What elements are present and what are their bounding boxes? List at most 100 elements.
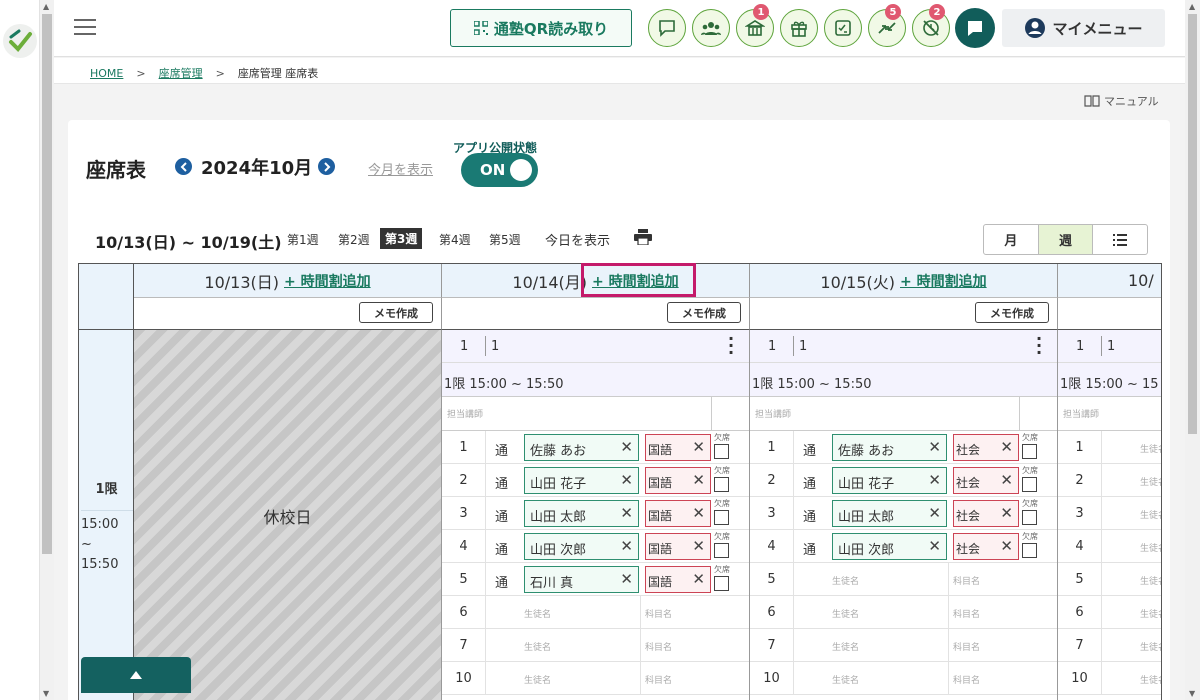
week-4-tab[interactable]: 第4週 <box>439 231 471 248</box>
absent-checkbox[interactable]: 欠席 <box>1022 432 1044 459</box>
add-timetable-tue[interactable]: + 時間割追加 <box>900 271 987 291</box>
prev-month-button[interactable] <box>175 158 192 175</box>
show-today-link[interactable]: 今日を表示 <box>545 230 610 249</box>
add-timetable-sun[interactable]: + 時間割追加 <box>284 271 371 291</box>
subject-chip[interactable]: 国語 ✕ <box>645 500 711 527</box>
student-chip[interactable]: 石川 真 ✕ <box>524 566 639 593</box>
subject-chip[interactable]: 国語 ✕ <box>645 533 711 560</box>
left-scrollbar[interactable]: ▲ ▼ <box>40 0 54 700</box>
scroll-up-arrow-icon[interactable]: ▲ <box>1189 2 1195 11</box>
absent-checkbox[interactable]: 欠席 <box>714 465 736 492</box>
student-chip[interactable]: 山田 次郎 ✕ <box>832 533 947 560</box>
teacher-field[interactable]: 担当講師 <box>750 397 1057 431</box>
memo-create-button-sun[interactable]: メモ作成 <box>359 302 433 323</box>
subject-placeholder[interactable]: 科目名 <box>645 640 672 653</box>
student-chip[interactable]: 山田 太郎 ✕ <box>832 500 947 527</box>
scrollbar-thumb[interactable] <box>1188 14 1197 434</box>
absent-checkbox[interactable]: 欠席 <box>714 531 736 558</box>
absent-checkbox[interactable]: 欠席 <box>1022 531 1044 558</box>
memo-create-button-mon[interactable]: メモ作成 <box>667 302 741 323</box>
remove-student-icon[interactable]: ✕ <box>928 537 941 555</box>
breadcrumb-home[interactable]: HOME <box>90 67 123 80</box>
subject-chip[interactable]: 国語 ✕ <box>645 566 711 593</box>
remove-subject-icon[interactable]: ✕ <box>692 537 705 555</box>
week-3-tab[interactable]: 第3週 <box>380 228 423 249</box>
remove-subject-icon[interactable]: ✕ <box>1000 471 1013 489</box>
subject-placeholder[interactable]: 科目名 <box>953 640 980 653</box>
absent-checkbox[interactable]: 欠席 <box>714 498 736 525</box>
next-month-button[interactable] <box>318 158 335 175</box>
student-placeholder[interactable]: 生徒名 <box>832 574 859 587</box>
more-options-icon[interactable]: · · · <box>1036 331 1042 361</box>
remove-subject-icon[interactable]: ✕ <box>1000 504 1013 522</box>
remove-subject-icon[interactable]: ✕ <box>1000 537 1013 555</box>
blocked-time-icon[interactable]: 2 <box>912 4 950 47</box>
remove-student-icon[interactable]: ✕ <box>928 438 941 456</box>
student-chip[interactable]: 山田 太郎 ✕ <box>524 500 639 527</box>
remove-student-icon[interactable]: ✕ <box>620 471 633 489</box>
student-placeholder[interactable]: 生徒名 <box>832 607 859 620</box>
subject-placeholder[interactable]: 科目名 <box>953 673 980 686</box>
absent-checkbox[interactable]: 欠席 <box>1022 465 1044 492</box>
absent-checkbox[interactable]: 欠席 <box>714 564 736 591</box>
remove-student-icon[interactable]: ✕ <box>928 471 941 489</box>
remove-student-icon[interactable]: ✕ <box>620 438 633 456</box>
student-placeholder[interactable]: 生徒名 <box>1140 574 1161 587</box>
student-chip[interactable]: 佐藤 あお ✕ <box>524 434 639 461</box>
chat-icon[interactable] <box>955 8 995 48</box>
student-placeholder[interactable]: 生徒名 <box>1140 673 1161 686</box>
remove-student-icon[interactable]: ✕ <box>620 537 633 555</box>
absent-checkbox[interactable]: 欠席 <box>714 432 736 459</box>
list-view-button[interactable] <box>1093 225 1147 254</box>
student-chip[interactable]: 山田 花子 ✕ <box>832 467 947 494</box>
scroll-to-top-button[interactable] <box>81 657 191 693</box>
week-5-tab[interactable]: 第5週 <box>489 231 521 248</box>
week-1-tab[interactable]: 第1週 <box>287 231 319 248</box>
subject-chip[interactable]: 国語 ✕ <box>645 467 711 494</box>
breadcrumb-seat-management[interactable]: 座席管理 <box>159 67 203 80</box>
student-placeholder[interactable]: 生徒名 <box>524 673 551 686</box>
remove-student-icon[interactable]: ✕ <box>620 504 633 522</box>
month-view-button[interactable]: 月 <box>984 225 1039 254</box>
school-icon[interactable]: 1 <box>736 4 774 47</box>
subject-chip[interactable]: 社会 ✕ <box>953 434 1019 461</box>
subject-chip[interactable]: 社会 ✕ <box>953 533 1019 560</box>
student-placeholder[interactable]: 生徒名 <box>1140 640 1161 653</box>
remove-subject-icon[interactable]: ✕ <box>1000 438 1013 456</box>
report-icon[interactable] <box>824 9 862 47</box>
remove-student-icon[interactable]: ✕ <box>620 570 633 588</box>
student-placeholder[interactable]: 生徒名 <box>1140 607 1161 620</box>
gift-icon[interactable] <box>780 9 818 47</box>
student-placeholder[interactable]: 生徒名 <box>1140 541 1161 554</box>
scrollbar-thumb[interactable] <box>42 14 52 554</box>
publish-toggle[interactable]: ON <box>461 153 538 187</box>
message-icon[interactable] <box>648 9 686 47</box>
remove-subject-icon[interactable]: ✕ <box>692 471 705 489</box>
users-group-icon[interactable] <box>692 9 730 47</box>
hamburger-menu-icon[interactable] <box>74 18 96 36</box>
memo-create-button-tue[interactable]: メモ作成 <box>975 302 1049 323</box>
week-view-button[interactable]: 週 <box>1038 225 1094 254</box>
absent-checkbox[interactable]: 欠席 <box>1022 498 1044 525</box>
week-2-tab[interactable]: 第2週 <box>338 231 370 248</box>
student-chip[interactable]: 佐藤 あお ✕ <box>832 434 947 461</box>
more-options-icon[interactable]: · · · <box>728 331 734 361</box>
scroll-up-arrow-icon[interactable]: ▲ <box>43 2 49 11</box>
print-icon[interactable] <box>634 229 652 249</box>
remove-subject-icon[interactable]: ✕ <box>692 504 705 522</box>
app-logo-icon[interactable] <box>3 24 37 58</box>
student-placeholder[interactable]: 生徒名 <box>1140 508 1161 521</box>
remove-subject-icon[interactable]: ✕ <box>692 570 705 588</box>
manual-link[interactable]: マニュアル <box>1084 93 1159 109</box>
student-placeholder[interactable]: 生徒名 <box>524 607 551 620</box>
show-this-month-link[interactable]: 今月を表示 <box>368 159 433 178</box>
subject-chip[interactable]: 国語 ✕ <box>645 434 711 461</box>
student-placeholder[interactable]: 生徒名 <box>524 640 551 653</box>
teacher-field[interactable]: 担当講師 <box>1058 397 1161 431</box>
my-menu-button[interactable]: マイメニュー <box>1002 9 1165 47</box>
remove-student-icon[interactable]: ✕ <box>928 504 941 522</box>
scroll-down-arrow-icon[interactable]: ▼ <box>43 689 49 698</box>
subject-placeholder[interactable]: 科目名 <box>953 607 980 620</box>
student-chip[interactable]: 山田 花子 ✕ <box>524 467 639 494</box>
teacher-field[interactable]: 担当講師 <box>442 397 749 431</box>
